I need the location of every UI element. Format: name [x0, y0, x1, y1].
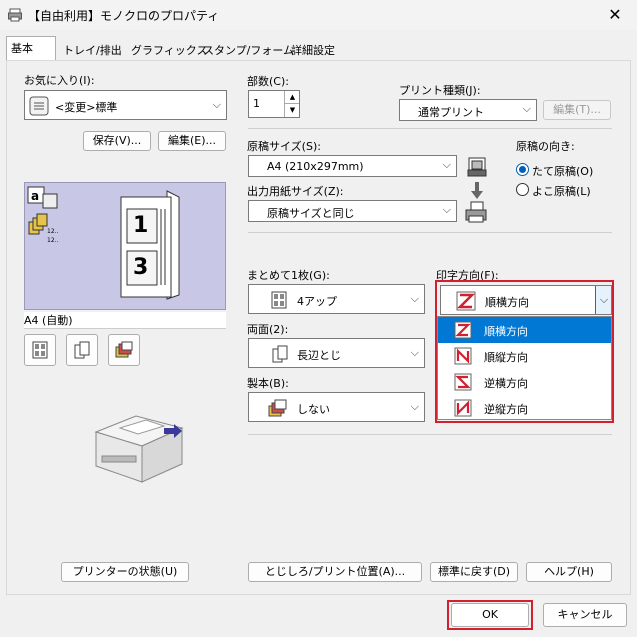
- original-size-value: A4 (210x297mm): [267, 160, 364, 173]
- print-direction-dropdown: 順横方向 順縦方向 逆横方向 逆縦方向: [437, 316, 612, 420]
- preview-page-3: 3: [133, 255, 149, 280]
- chevron-down-icon: ⌵: [442, 203, 451, 216]
- chevron-down-icon: ⌵: [522, 102, 531, 115]
- restore-defaults-button[interactable]: 標準に戻す(D): [430, 562, 518, 582]
- nup-value: 4アップ: [297, 295, 337, 308]
- divider: [248, 434, 612, 435]
- printer-illustration-icon: [94, 415, 184, 483]
- chevron-down-icon: ⌵: [442, 158, 451, 171]
- copies-spinbox[interactable]: 1 ▲ ▼: [248, 90, 300, 118]
- chevron-down-icon: ⌵: [410, 292, 419, 305]
- binding-label: 製本(B):: [247, 377, 289, 390]
- tab-stamp-form[interactable]: スタンプ/フォーム: [198, 38, 294, 60]
- arrow-down-icon: [471, 182, 483, 199]
- document-size-icon: [467, 157, 487, 177]
- printer-small-icon: [465, 201, 487, 223]
- preview-page-1: 1: [133, 213, 149, 238]
- ok-button[interactable]: OK: [451, 603, 529, 627]
- booklet-icon: [115, 341, 133, 358]
- printer-icon: [8, 8, 22, 22]
- nup-select[interactable]: 4アップ ⌵: [248, 284, 425, 314]
- direction-z-icon: [454, 321, 472, 339]
- chevron-down-icon[interactable]: ⌵: [595, 286, 611, 314]
- copies-label: 部数(C):: [247, 75, 289, 88]
- direction-reverse-z-icon: [454, 373, 472, 391]
- page-preview-icon: [120, 190, 180, 300]
- portrait-radio[interactable]: [516, 163, 529, 176]
- print-direction-value: 順横方向: [485, 296, 529, 309]
- chevron-down-icon: ⌵: [212, 98, 221, 111]
- favorites-select[interactable]: <変更>標準 ⌵: [24, 90, 227, 120]
- tab-advanced[interactable]: 詳細設定: [286, 38, 342, 60]
- tab-basic[interactable]: 基本: [6, 36, 56, 61]
- booklet-icon: [268, 399, 287, 417]
- binding-position-button[interactable]: とじしろ/プリント位置(A)...: [248, 562, 422, 582]
- preview-layout-button[interactable]: [24, 334, 56, 366]
- direction-n-icon: [454, 347, 472, 365]
- print-direction-select[interactable]: 順横方向 ⌵: [440, 285, 612, 315]
- chevron-down-icon: ⌵: [410, 400, 419, 413]
- duplex-long-edge-icon: [272, 345, 288, 363]
- cancel-button[interactable]: キャンセル: [543, 603, 627, 627]
- layout-preview: a 12.. 12.. 1 3: [24, 182, 226, 310]
- svg-text:a: a: [31, 189, 39, 203]
- output-size-value: 原稿サイズと同じ: [267, 207, 355, 220]
- binding-value: しない: [297, 403, 330, 416]
- close-button[interactable]: ✕: [600, 4, 630, 26]
- direction-option-reverse-horizontal[interactable]: 逆横方向: [438, 369, 611, 395]
- chevron-down-icon: ⌵: [410, 346, 419, 359]
- printer-status-button[interactable]: プリンターの状態(U): [61, 562, 189, 582]
- print-type-value: 通常プリント: [418, 106, 484, 119]
- favorites-edit-button[interactable]: 編集(E)...: [158, 131, 226, 151]
- favorites-value: <変更>標準: [55, 101, 118, 114]
- copies-down-icon[interactable]: ▼: [284, 104, 299, 117]
- print-type-select[interactable]: 通常プリント ⌵: [399, 99, 537, 121]
- original-size-select[interactable]: A4 (210x297mm) ⌵: [248, 155, 457, 177]
- tab-tray-output[interactable]: トレイ/排出: [58, 38, 124, 60]
- help-button[interactable]: ヘルプ(H): [526, 562, 612, 582]
- window-title: 【自由利用】モノクロのプロパティ: [28, 9, 220, 23]
- favorites-label: お気に入り(I):: [24, 74, 95, 87]
- print-type-label: プリント種類(J):: [399, 84, 481, 97]
- print-type-edit-button[interactable]: 編集(T)...: [543, 100, 611, 120]
- duplex-value: 長辺とじ: [297, 349, 341, 362]
- nup-label: まとめて1枚(G):: [247, 269, 330, 282]
- output-size-label: 出力用紙サイズ(Z):: [247, 185, 344, 198]
- divider: [248, 128, 612, 129]
- direction-option-vertical[interactable]: 順縦方向: [438, 343, 611, 369]
- layout-icon: [32, 341, 48, 359]
- portrait-label[interactable]: たて原稿(O): [532, 163, 593, 179]
- title-bar: 【自由利用】モノクロのプロパティ ✕: [0, 0, 637, 30]
- output-size-select[interactable]: 原稿サイズと同じ ⌵: [248, 200, 457, 222]
- preview-booklet-button[interactable]: [108, 334, 140, 366]
- preview-duplex-button[interactable]: [66, 334, 98, 366]
- copies-value: 1: [253, 97, 260, 110]
- document-icon: [29, 96, 49, 116]
- duplex-select[interactable]: 長辺とじ ⌵: [248, 338, 425, 368]
- paper-size-label: A4 (自動): [24, 312, 226, 329]
- direction-reverse-n-icon: [454, 399, 472, 417]
- direction-z-icon: [456, 291, 476, 311]
- landscape-label[interactable]: よこ原稿(L): [532, 183, 591, 199]
- landscape-radio[interactable]: [516, 183, 529, 196]
- direction-option-horizontal[interactable]: 順横方向: [438, 317, 611, 343]
- binding-select[interactable]: しない ⌵: [248, 392, 425, 422]
- orientation-label: 原稿の向き:: [516, 140, 575, 153]
- tab-graphics[interactable]: グラフィックス: [126, 38, 207, 60]
- direction-option-reverse-vertical[interactable]: 逆縦方向: [438, 395, 611, 421]
- original-size-label: 原稿サイズ(S):: [247, 140, 321, 153]
- copies-up-icon[interactable]: ▲: [284, 91, 299, 104]
- divider: [248, 232, 612, 233]
- favorites-save-button[interactable]: 保存(V)...: [83, 131, 151, 151]
- duplex-icon: [74, 341, 90, 359]
- nup-icon: [271, 291, 287, 309]
- duplex-label: 両面(2):: [247, 323, 289, 336]
